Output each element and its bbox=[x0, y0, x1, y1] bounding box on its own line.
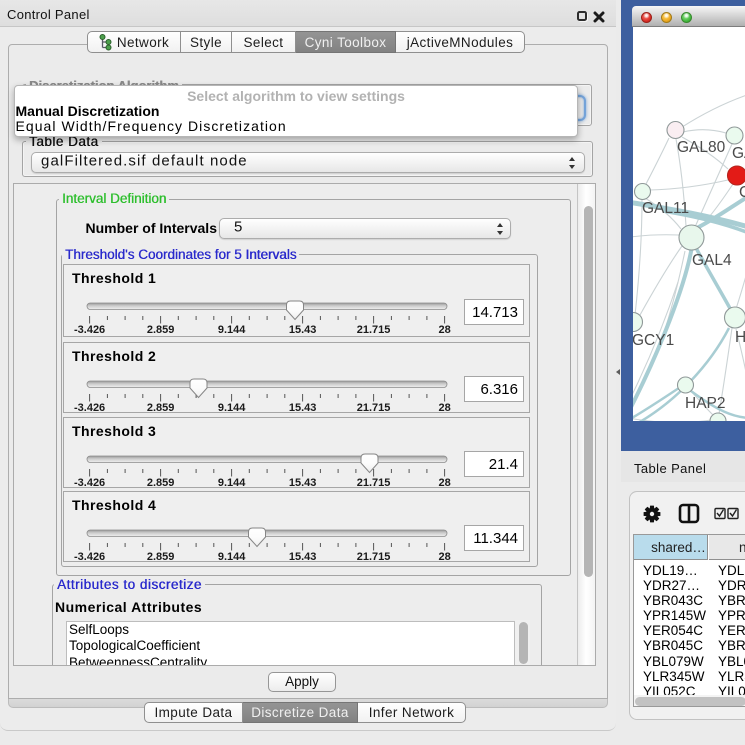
svg-text:9.144: 9.144 bbox=[218, 477, 246, 489]
svg-text:GAL4: GAL4 bbox=[692, 252, 732, 269]
svg-text:H: H bbox=[735, 329, 745, 346]
svg-text:21.715: 21.715 bbox=[357, 324, 391, 336]
svg-text:9.144: 9.144 bbox=[218, 551, 246, 563]
svg-text:C: C bbox=[739, 184, 745, 201]
svg-text:GCY1: GCY1 bbox=[633, 332, 674, 349]
svg-text:21.715: 21.715 bbox=[357, 551, 391, 563]
svg-text:GAL80: GAL80 bbox=[677, 139, 726, 156]
svg-text:-3.426: -3.426 bbox=[74, 551, 105, 563]
svg-text:15.43: 15.43 bbox=[289, 324, 317, 336]
svg-text:15.43: 15.43 bbox=[289, 551, 317, 563]
svg-text:28: 28 bbox=[438, 551, 450, 563]
svg-text:28: 28 bbox=[438, 324, 450, 336]
svg-text:-3.426: -3.426 bbox=[74, 402, 105, 414]
svg-text:-3.426: -3.426 bbox=[74, 324, 105, 336]
svg-text:28: 28 bbox=[438, 402, 450, 414]
svg-text:9.144: 9.144 bbox=[218, 324, 246, 336]
svg-text:HAP2: HAP2 bbox=[685, 395, 726, 412]
svg-text:21.715: 21.715 bbox=[357, 477, 391, 489]
svg-text:9.144: 9.144 bbox=[218, 402, 246, 414]
svg-text:28: 28 bbox=[438, 477, 450, 489]
svg-text:15.43: 15.43 bbox=[289, 402, 317, 414]
svg-text:GAL11: GAL11 bbox=[642, 200, 689, 217]
svg-text:2.859: 2.859 bbox=[147, 551, 175, 563]
svg-text:15.43: 15.43 bbox=[289, 477, 317, 489]
svg-text:2.859: 2.859 bbox=[147, 477, 175, 489]
svg-text:-3.426: -3.426 bbox=[74, 477, 105, 489]
svg-text:2.859: 2.859 bbox=[147, 324, 175, 336]
svg-text:GA: GA bbox=[732, 145, 745, 162]
svg-text:2.859: 2.859 bbox=[147, 402, 175, 414]
svg-text:21.715: 21.715 bbox=[357, 402, 391, 414]
